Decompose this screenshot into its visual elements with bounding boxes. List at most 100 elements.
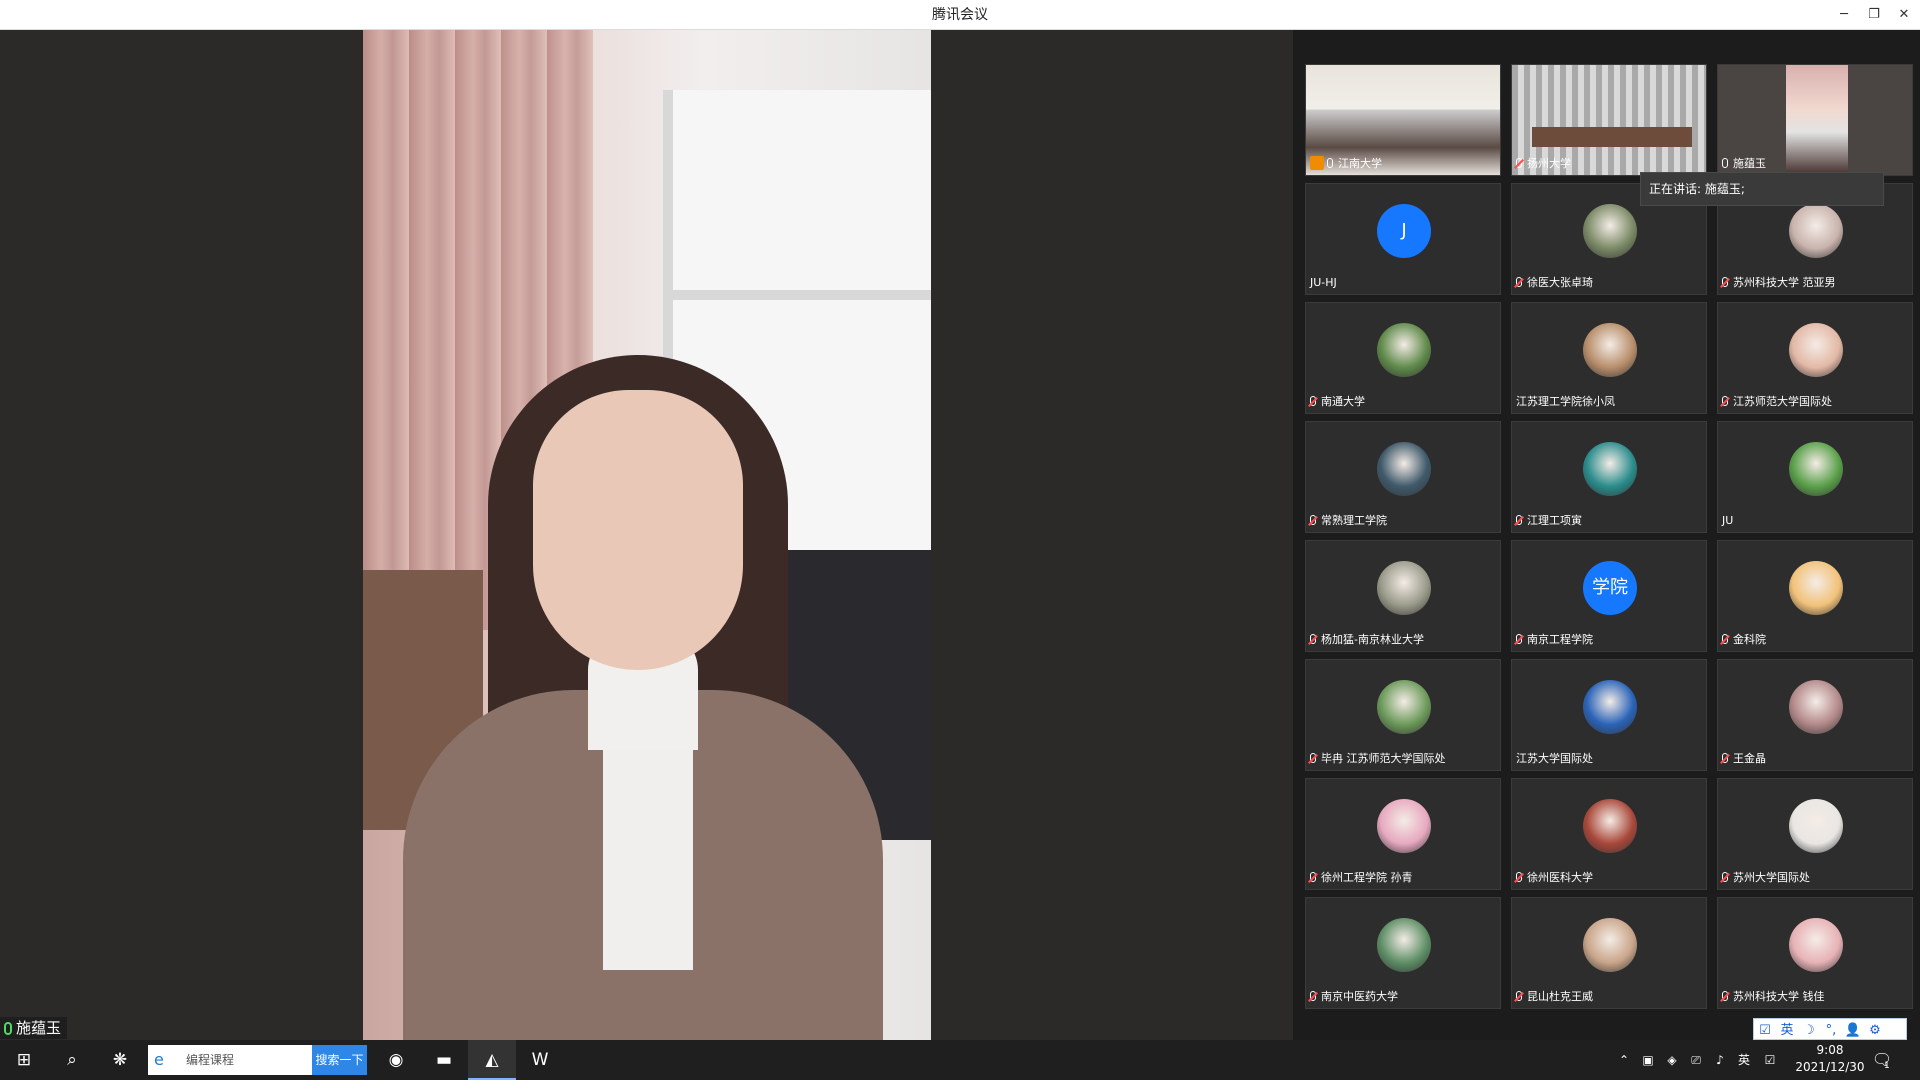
- mic-muted-icon: [1310, 515, 1316, 525]
- search-icon[interactable]: ⌕: [48, 1040, 96, 1080]
- participant-name: 徐州工程学院 孙青: [1321, 871, 1413, 884]
- tencent-meeting-icon[interactable]: ◭: [468, 1040, 516, 1080]
- network-icon[interactable]: ⎚: [1686, 1040, 1706, 1080]
- tray-app-icon[interactable]: ▣: [1638, 1040, 1658, 1080]
- participant-nameplate: 毕冉 江苏师范大学国际处: [1310, 752, 1446, 766]
- search-button[interactable]: 搜索一下: [312, 1045, 367, 1075]
- participant-nameplate: 江苏师范大学国际处: [1722, 395, 1832, 409]
- participant-nameplate: 金科院: [1722, 633, 1766, 647]
- participant-tile[interactable]: 南通大学: [1305, 302, 1501, 414]
- participant-nameplate: 南京工程学院: [1516, 633, 1593, 647]
- participant-nameplate: 南通大学: [1310, 395, 1365, 409]
- participant-tile[interactable]: 江苏师范大学国际处: [1717, 302, 1913, 414]
- ime-item[interactable]: 英: [1776, 1021, 1798, 1041]
- participant-name: 江苏师范大学国际处: [1733, 395, 1832, 408]
- chrome-icon[interactable]: ◉: [372, 1040, 420, 1080]
- participant-tile[interactable]: 施蕴玉: [1717, 64, 1913, 176]
- participant-nameplate: 江理工项寅: [1516, 514, 1582, 528]
- ime-item[interactable]: ⚙: [1864, 1021, 1886, 1041]
- participant-tile[interactable]: J JU-HJ: [1305, 183, 1501, 295]
- participant-name: 苏州科技大学 钱佳: [1733, 990, 1825, 1003]
- participant-tile[interactable]: 常熟理工学院: [1305, 421, 1501, 533]
- tray-app2-icon[interactable]: ◈: [1662, 1040, 1682, 1080]
- avatar: [1789, 799, 1843, 853]
- participant-name: 苏州大学国际处: [1733, 871, 1810, 884]
- minimize-button[interactable]: ─: [1830, 0, 1858, 30]
- participant-tile[interactable]: 徐州医科大学: [1511, 778, 1707, 890]
- avatar: J: [1377, 204, 1431, 258]
- mic-muted-icon: [1722, 396, 1728, 406]
- avatar: [1583, 680, 1637, 734]
- participant-tile[interactable]: 王金晶: [1717, 659, 1913, 771]
- avatar: [1377, 680, 1431, 734]
- participant-tile[interactable]: 毕冉 江苏师范大学国际处: [1305, 659, 1501, 771]
- participant-tile[interactable]: 金科院: [1717, 540, 1913, 652]
- search-text: 编程课程: [186, 1053, 235, 1067]
- participant-nameplate: 常熟理工学院: [1310, 514, 1387, 528]
- participant-tile[interactable]: 苏州大学国际处: [1717, 778, 1913, 890]
- notification-count: 1: [1884, 1061, 1890, 1071]
- participant-nameplate: 南京中医药大学: [1310, 990, 1398, 1004]
- participant-tile[interactable]: 江苏大学国际处: [1511, 659, 1707, 771]
- participant-nameplate: 江苏理工学院徐小凤: [1516, 395, 1615, 409]
- word-icon[interactable]: W: [516, 1040, 564, 1080]
- mic-muted-icon: [1516, 277, 1522, 287]
- mic-muted-icon: [1722, 872, 1728, 882]
- avatar: [1377, 442, 1431, 496]
- participant-name: 常熟理工学院: [1321, 514, 1387, 527]
- restore-button[interactable]: ❐: [1860, 0, 1888, 30]
- mic-muted-icon: [1516, 634, 1522, 644]
- mic-muted-icon: [1516, 515, 1522, 525]
- mic-muted-icon: [1722, 991, 1728, 1001]
- ime-toolbar[interactable]: ☑ 英 ☽ °, 👤 ⚙: [1753, 1018, 1907, 1040]
- participant-nameplate: JU-HJ: [1310, 276, 1337, 290]
- file-explorer-icon[interactable]: ▬: [420, 1040, 468, 1080]
- windows-start-icon[interactable]: ⊞: [0, 1040, 48, 1080]
- participant-name: 金科院: [1733, 633, 1766, 646]
- participant-name: 徐州医科大学: [1527, 871, 1593, 884]
- participant-name: 扬州大学: [1527, 157, 1571, 170]
- participant-tile[interactable]: 江理工项寅: [1511, 421, 1707, 533]
- app-icon[interactable]: ❋: [96, 1040, 144, 1080]
- speaker-video[interactable]: [363, 30, 931, 1040]
- participant-tile[interactable]: 江南大学: [1305, 64, 1501, 176]
- clock[interactable]: 9:08 2021/12/30: [1790, 1042, 1870, 1076]
- speaking-tooltip: 正在讲话: 施蕴玉;: [1640, 172, 1884, 206]
- participant-tile[interactable]: 学院 南京工程学院: [1511, 540, 1707, 652]
- mic-icon: [1327, 158, 1333, 168]
- participant-tile[interactable]: JU: [1717, 421, 1913, 533]
- participant-tile[interactable]: 苏州科技大学 钱佳: [1717, 897, 1913, 1009]
- participant-nameplate: 江南大学: [1310, 156, 1382, 171]
- search-input[interactable]: e 编程课程: [148, 1045, 312, 1075]
- participant-nameplate: 扬州大学: [1516, 157, 1571, 171]
- participant-tile[interactable]: 杨加猛-南京林业大学: [1305, 540, 1501, 652]
- avatar: [1583, 323, 1637, 377]
- participant-name: JU-HJ: [1310, 276, 1337, 289]
- mic-muted-icon: [1722, 634, 1728, 644]
- checkbox-icon[interactable]: ☑: [1760, 1040, 1780, 1080]
- participant-nameplate: 徐州工程学院 孙青: [1310, 871, 1413, 885]
- notification-icon[interactable]: 🗨 1: [1870, 1048, 1894, 1072]
- volume-icon[interactable]: ♪: [1710, 1040, 1730, 1080]
- participant-tile[interactable]: 昆山杜克王威: [1511, 897, 1707, 1009]
- avatar: [1583, 442, 1637, 496]
- ime-item[interactable]: ☽: [1798, 1021, 1820, 1041]
- participant-name: 江苏理工学院徐小凤: [1516, 395, 1615, 408]
- clock-time: 9:08: [1816, 1043, 1844, 1057]
- ime-item[interactable]: 👤: [1842, 1021, 1864, 1041]
- participant-tile[interactable]: 南京中医药大学: [1305, 897, 1501, 1009]
- participant-tile[interactable]: 徐州工程学院 孙青: [1305, 778, 1501, 890]
- clock-date: 2021/12/30: [1795, 1060, 1865, 1074]
- ime-item[interactable]: ☑: [1754, 1021, 1776, 1041]
- mic-muted-icon: [1310, 991, 1316, 1001]
- mic-muted-icon: [1310, 872, 1316, 882]
- avatar: [1789, 204, 1843, 258]
- participant-tile[interactable]: 江苏理工学院徐小凤: [1511, 302, 1707, 414]
- ime-indicator[interactable]: 英: [1734, 1040, 1754, 1080]
- participant-tile[interactable]: 扬州大学: [1511, 64, 1707, 176]
- participant-name: 南通大学: [1321, 395, 1365, 408]
- ime-item[interactable]: °,: [1820, 1021, 1842, 1041]
- participant-nameplate: 施蕴玉: [1722, 157, 1766, 171]
- close-button[interactable]: ✕: [1890, 0, 1918, 30]
- chevron-up-icon[interactable]: ⌃: [1614, 1040, 1634, 1080]
